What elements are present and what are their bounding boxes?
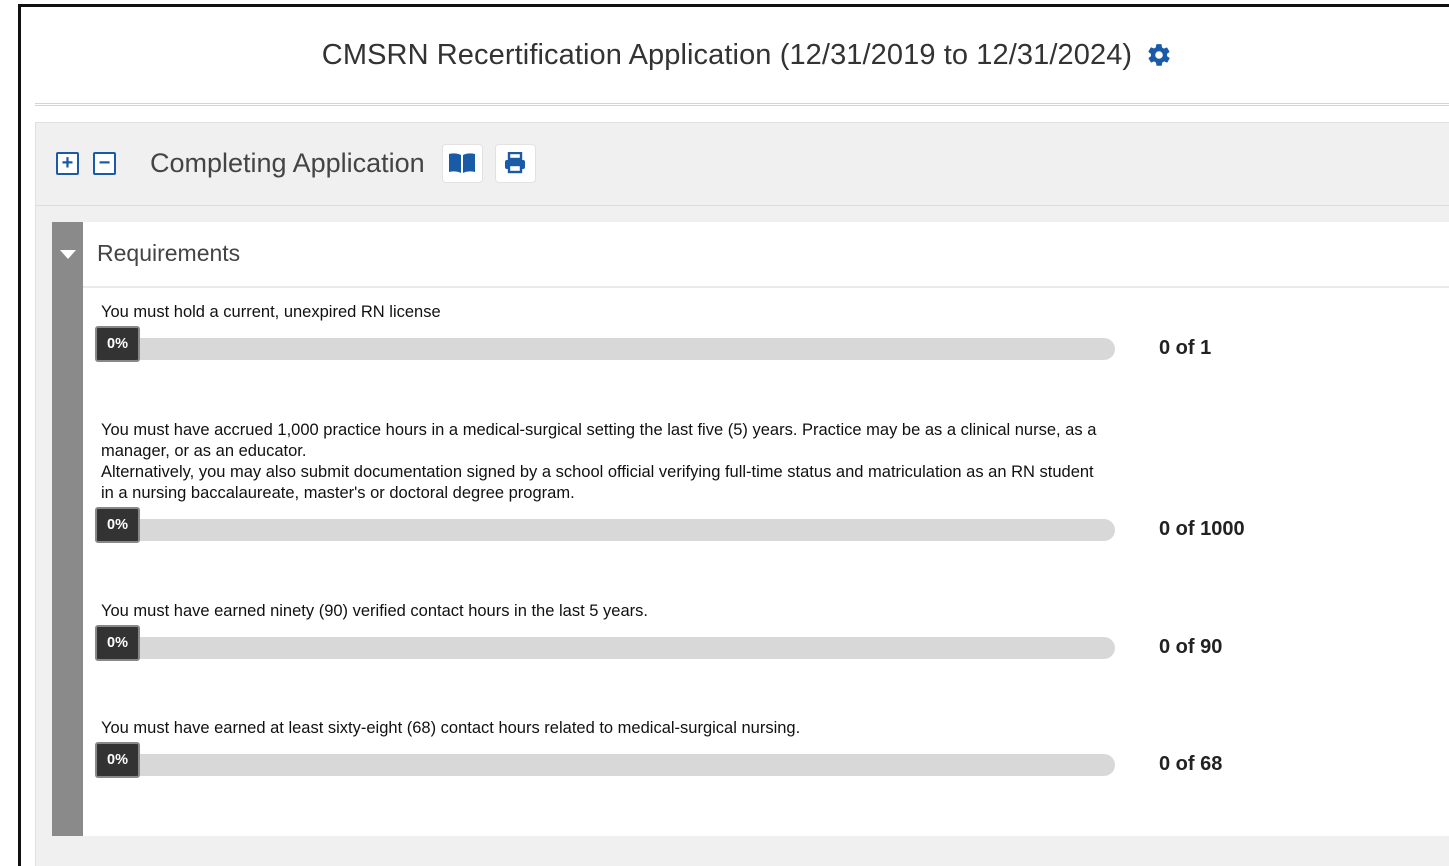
requirements-title: Requirements xyxy=(97,240,241,266)
panel-title: Completing Application xyxy=(150,147,425,178)
progress-track xyxy=(101,338,1115,360)
collapse-all-button[interactable]: − xyxy=(93,151,116,175)
print-button[interactable] xyxy=(494,143,536,183)
requirement-text: You must have accrued 1,000 practice hou… xyxy=(101,421,1097,460)
requirement-count: 0 of 90 xyxy=(1159,636,1223,658)
progress-bar: 0% 0 of 68 xyxy=(95,742,1449,778)
app-title-bar: CMSRN Recertification Application (12/31… xyxy=(21,7,1449,103)
book-open-icon xyxy=(449,153,476,173)
panel-header-divider xyxy=(36,205,1449,206)
panel-header: + − Completing Application xyxy=(36,123,1449,203)
caret-down-icon xyxy=(60,250,76,259)
requirement-item: You must have accrued 1,000 practice hou… xyxy=(95,420,1449,543)
progress-track xyxy=(101,754,1115,776)
requirements-collapse-toggle[interactable] xyxy=(52,222,83,836)
application-frame: CMSRN Recertification Application (12/31… xyxy=(18,4,1449,866)
book-button[interactable] xyxy=(441,143,483,183)
requirements-section: Requirements You must hold a current, un… xyxy=(52,222,1449,836)
requirement-item: You must have earned at least sixty-eigh… xyxy=(95,718,1449,778)
progress-bar: 0% 0 of 90 xyxy=(95,625,1449,661)
progress-track xyxy=(101,637,1115,659)
requirement-text-alternative: Alternatively, you may also submit docum… xyxy=(101,463,1094,502)
requirement-text: You must have earned ninety (90) verifie… xyxy=(101,602,648,620)
progress-percent-badge: 0% xyxy=(95,625,140,661)
expand-all-button[interactable]: + xyxy=(56,151,79,175)
progress-bar: 0% 0 of 1000 xyxy=(95,507,1449,543)
progress-bar: 0% 0 of 1 xyxy=(95,326,1449,362)
gear-icon[interactable] xyxy=(1146,42,1172,68)
completing-application-panel: + − Completing Application Requirements … xyxy=(35,122,1449,866)
requirement-count: 0 of 1000 xyxy=(1159,518,1245,540)
progress-percent-badge: 0% xyxy=(95,326,140,362)
requirement-item: You must hold a current, unexpired RN li… xyxy=(95,302,1449,362)
requirement-count: 0 of 68 xyxy=(1159,753,1223,775)
requirement-item: You must have earned ninety (90) verifie… xyxy=(95,601,1449,661)
requirement-text: You must have earned at least sixty-eigh… xyxy=(101,719,801,737)
title-divider xyxy=(35,103,1449,106)
requirements-header: Requirements xyxy=(83,222,1449,288)
print-icon xyxy=(505,152,526,174)
progress-percent-badge: 0% xyxy=(95,742,140,778)
progress-percent-badge: 0% xyxy=(95,507,140,543)
progress-track xyxy=(101,519,1115,541)
requirement-count: 0 of 1 xyxy=(1159,337,1212,359)
requirement-text: You must hold a current, unexpired RN li… xyxy=(101,303,441,321)
page-title: CMSRN Recertification Application (12/31… xyxy=(321,38,1133,71)
